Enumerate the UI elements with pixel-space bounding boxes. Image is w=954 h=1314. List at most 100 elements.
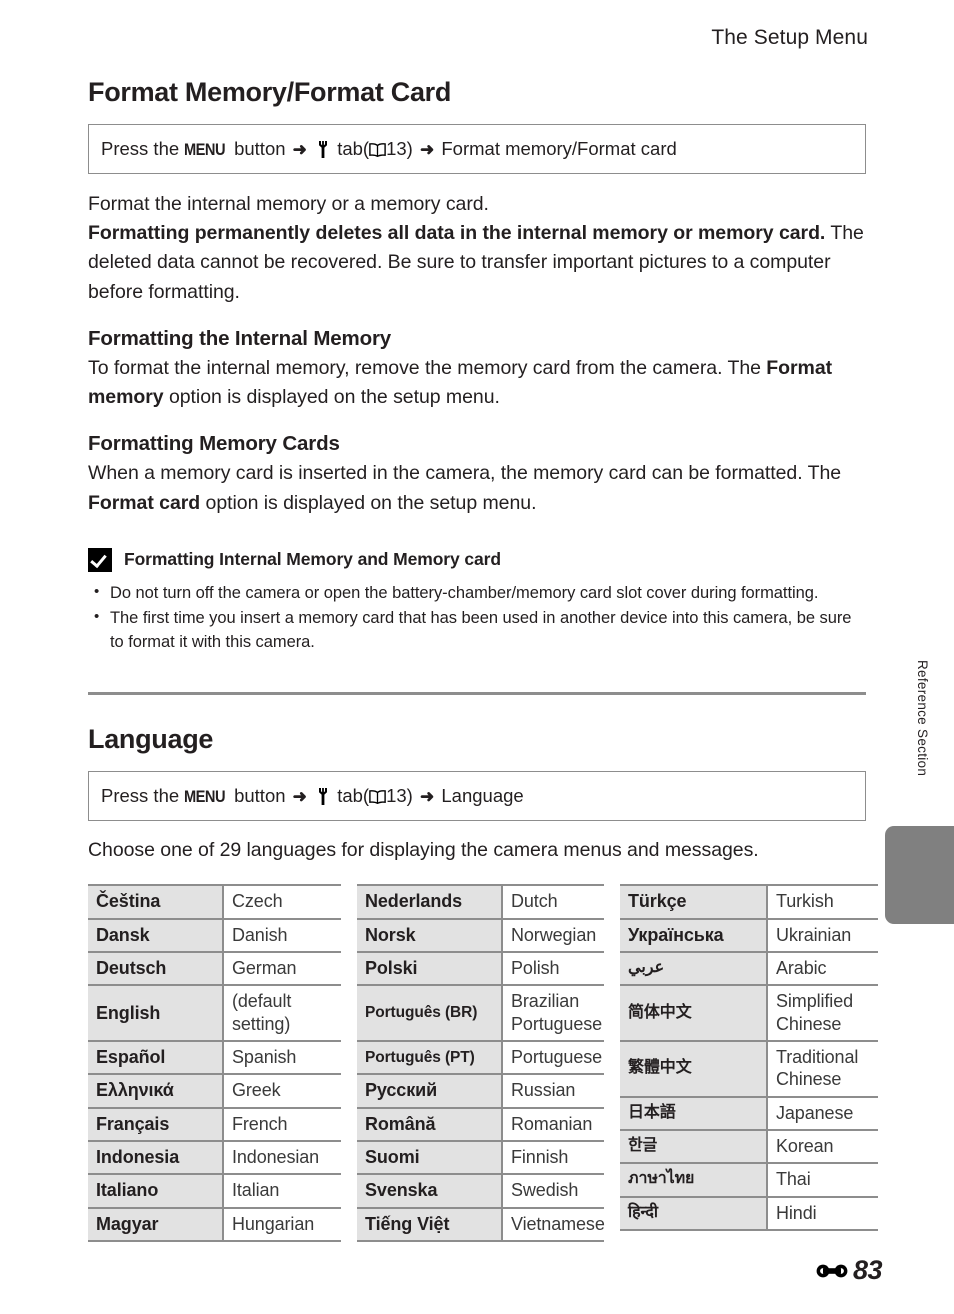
language-native-name: Português (PT) [357, 1039, 502, 1076]
language-native-name: Dansk [88, 917, 223, 954]
table-row: Español Spanish [88, 1039, 341, 1076]
language-native-name: Español [88, 1039, 223, 1076]
table-row: Magyar Hungarian [88, 1206, 341, 1242]
table-row: English (default setting) [88, 984, 341, 1042]
language-native-name: Suomi [357, 1139, 502, 1176]
internal-memory-text-before: To format the internal memory, remove th… [88, 356, 761, 379]
language-native-name: 日本語 [620, 1095, 767, 1131]
language-english-name: Vietnamese [501, 1206, 605, 1242]
table-row: عربي Arabic [620, 951, 878, 987]
table-row: 日本語 Japanese [620, 1095, 878, 1131]
language-native-name: Nederlands [357, 884, 502, 920]
language-table-3: Türkçe Turkish Українська Ukrainian عربي Arab… [620, 884, 878, 1231]
arrow-right-icon: ➜ [292, 139, 307, 159]
path-button-word: button [234, 137, 286, 159]
arrow-right-icon-2: ➜ [419, 786, 435, 806]
language-english-name: Greek [222, 1073, 341, 1109]
path-button-word: button [234, 784, 286, 806]
table-row: Deutsch German [88, 951, 341, 987]
running-header: The Setup Menu [711, 26, 868, 49]
language-native-name: Indonesia [88, 1139, 223, 1176]
language-section: Language Press the MENU button ➜ tab( 13… [88, 724, 878, 1242]
language-native-name: 繁體中文 [620, 1040, 767, 1098]
language-table-2-body: Nederlands Dutch Norsk Norwegian Polski Polis… [357, 884, 605, 1242]
memory-cards-text-before: The [807, 462, 842, 485]
language-english-name: Ukrainian [766, 917, 878, 954]
book-icon [369, 139, 386, 157]
table-row: ภาษาไทย Thai [620, 1162, 878, 1198]
menu-button-label: MENU [184, 786, 226, 806]
subsection-title-internal-memory: Formatting the Internal Memory [88, 326, 392, 350]
side-tab-label: Reference Section [915, 660, 930, 777]
table-row: Українська Ukrainian [620, 917, 878, 954]
path-tab-word: tab [337, 784, 363, 806]
table-row: Ελληνικά Greek [88, 1073, 341, 1109]
language-english-name: Japanese [766, 1095, 878, 1131]
arrow-right-icon: ➜ [292, 786, 307, 806]
caution-list: Do not turn off the camera or open the b… [88, 581, 866, 654]
language-column-2: Nederlands Dutch Norsk Norwegian Polski Polis… [357, 884, 605, 1242]
language-english-name: (default setting) [222, 984, 341, 1042]
language-english-name: Hindi [766, 1195, 878, 1231]
table-row: Tiếng Việt Vietnamese [357, 1206, 605, 1242]
path-destination: Language [441, 784, 524, 806]
language-column-3: Türkçe Turkish Українська Ukrainian عربي Arab… [620, 884, 878, 1241]
wrench-icon [316, 787, 330, 805]
list-item: The first time you insert a memory card … [88, 606, 866, 654]
path-page-ref: 13) [386, 784, 413, 806]
language-english-name: Romanian [501, 1106, 604, 1142]
format-intro-text: Format the internal memory or a memory c… [88, 192, 489, 215]
table-row: Italiano Italian [88, 1173, 341, 1209]
caution-note: Formatting Internal Memory and Memory ca… [88, 547, 866, 654]
table-row: Русский Russian [357, 1073, 604, 1109]
language-english-name: Spanish [222, 1039, 341, 1076]
table-row: Svenska Swedish [357, 1173, 604, 1209]
language-native-name: Română [357, 1106, 502, 1142]
language-table-1-body: Čeština Czech Dansk Danish Deutsch German Engl… [88, 884, 341, 1242]
memory-cards-paragraph: When a memory card is inserted in the ca… [88, 459, 866, 518]
language-english-name: Dutch [501, 884, 604, 920]
format-warning-bold: Formatting permanently deletes all data … [88, 222, 826, 245]
language-english-name: Arabic [766, 951, 878, 987]
language-native-name: English [88, 984, 223, 1042]
language-english-name: Portuguese [501, 1039, 604, 1076]
language-native-name: Українська [620, 917, 767, 954]
subsection-title-memory-cards: Formatting Memory Cards [88, 432, 340, 456]
section-divider [88, 692, 866, 696]
language-native-name: Türkçe [620, 884, 767, 920]
language-intro-text: Choose one of 29 languages for displayin… [88, 839, 759, 862]
path-destination: Format memory/Format card [441, 137, 677, 159]
language-english-name: German [222, 951, 341, 987]
format-card-term: Format card [88, 491, 201, 514]
language-native-name: Norsk [357, 917, 502, 954]
language-english-name: Turkish [766, 884, 878, 920]
language-native-name: 한글 [620, 1128, 767, 1165]
path-prefix: Press the [101, 784, 180, 806]
language-english-name: Polish [501, 951, 604, 987]
caution-title: Formatting Internal Memory and Memory ca… [124, 549, 501, 570]
language-table-3-body: Türkçe Turkish Українська Ukrainian عربي Arab… [620, 884, 878, 1231]
language-title: Language [88, 724, 214, 755]
table-row: Norsk Norwegian [357, 917, 604, 954]
path-page-ref: 13) [386, 137, 413, 159]
memory-cards-text-after: option is displayed on the setup menu. [205, 491, 537, 514]
table-row: 한글 Korean [620, 1128, 878, 1165]
language-english-name: Korean [766, 1128, 878, 1165]
language-english-name: Italian [222, 1173, 341, 1209]
checkmark-box-icon [88, 547, 112, 572]
table-row: Português (PT) Portuguese [357, 1039, 604, 1076]
language-native-name: Svenska [357, 1173, 502, 1209]
format-warning-paragraph: Formatting permanently deletes all data … [88, 219, 866, 307]
language-native-name: Ελληνικά [88, 1073, 223, 1109]
table-row: Polski Polish [357, 951, 604, 987]
page-content: Format Memory/Format Card Press the MENU… [88, 77, 878, 1242]
language-native-name: Tiếng Việt [357, 1206, 502, 1242]
language-english-name: Czech [222, 884, 341, 920]
language-native-name: Čeština [88, 884, 223, 920]
page-footer: 83 [816, 1255, 883, 1286]
side-tab-marker [885, 826, 954, 924]
table-row: 繁體中文 Traditional Chinese [620, 1040, 878, 1098]
table-row: Čeština Czech [88, 884, 341, 920]
language-native-name: Français [88, 1106, 223, 1142]
internal-memory-paragraph: To format the internal memory, remove th… [88, 354, 866, 413]
